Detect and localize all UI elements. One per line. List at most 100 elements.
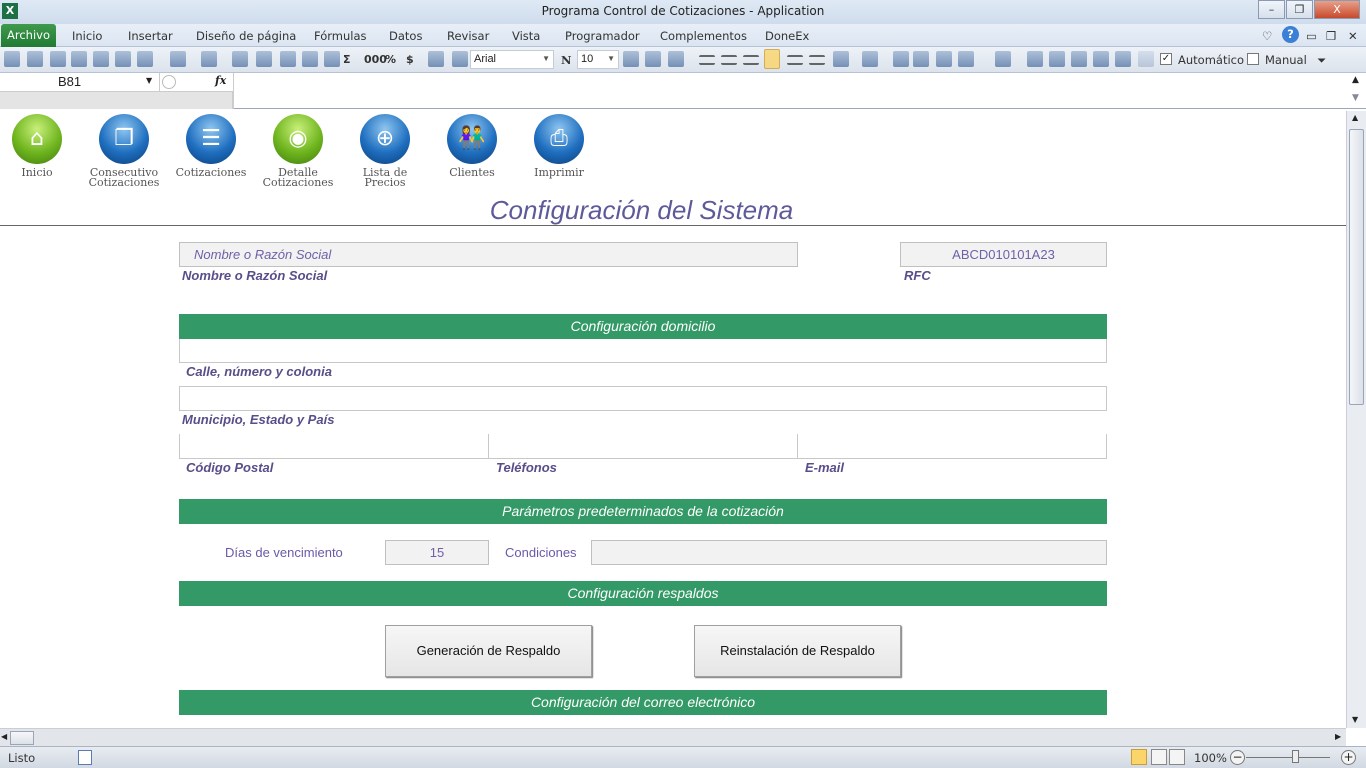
telefonos-input[interactable]	[488, 434, 798, 459]
name-box[interactable]: B81	[0, 73, 160, 91]
zoom-in-icon[interactable]: +	[1341, 750, 1356, 765]
zoom-icon[interactable]	[645, 51, 661, 67]
image-icon[interactable]	[324, 51, 340, 67]
formula-scroll-icon[interactable]: ▼	[1352, 93, 1359, 103]
nav-consecutivo-cotizaciones[interactable]: ❐ Consecutivo Cotizaciones	[84, 111, 164, 188]
undo-icon[interactable]	[137, 51, 153, 67]
vertical-scrollbar[interactable]: ▲ ▼	[1346, 111, 1366, 728]
tab-revisar[interactable]: Revisar	[447, 29, 489, 43]
ruler-icon[interactable]	[1115, 51, 1131, 67]
font-color-icon[interactable]	[958, 51, 974, 67]
manual-checkbox[interactable]	[1247, 53, 1259, 65]
tab-vista[interactable]: Vista	[512, 29, 540, 43]
nav-clientes[interactable]: 👫 Clientes	[432, 111, 512, 178]
insert-function-icon[interactable]: fx	[215, 74, 226, 87]
page-break-view-icon[interactable]	[1169, 749, 1185, 765]
generar-respaldo-button[interactable]: Generación de Respaldo	[385, 625, 592, 677]
nav-imprimir[interactable]: ⎙ Imprimir	[519, 111, 599, 178]
tab-archivo[interactable]: Archivo	[1, 24, 56, 47]
scroll-down-icon[interactable]: ▼	[1352, 715, 1358, 724]
brush-icon[interactable]	[1049, 51, 1065, 67]
name-box-dropdown-icon[interactable]: ▼	[146, 76, 152, 85]
name-input[interactable]: Nombre o Razón Social	[179, 242, 798, 267]
customize-toolbar-icon[interactable]: ⏷	[1317, 53, 1326, 68]
horizontal-scrollbar[interactable]: ◀ ▶	[0, 728, 1346, 746]
scroll-right-icon[interactable]: ▶	[1335, 732, 1341, 741]
col-width-icon[interactable]	[936, 51, 952, 67]
email-input[interactable]	[797, 434, 1107, 459]
open-icon[interactable]	[4, 51, 20, 67]
municipio-input[interactable]	[179, 386, 1107, 411]
page-layout-view-icon[interactable]	[1151, 749, 1167, 765]
align-middle-icon[interactable]	[787, 55, 803, 65]
decrease-decimal-icon[interactable]	[452, 51, 468, 67]
heart-icon[interactable]: ♡	[1262, 29, 1272, 43]
automatico-checkbox[interactable]: ✓	[1160, 53, 1172, 65]
currency-icon[interactable]: $	[406, 53, 414, 66]
tab-datos[interactable]: Datos	[389, 29, 422, 43]
bold-button[interactable]: N	[561, 53, 572, 67]
redo-icon[interactable]	[170, 51, 186, 67]
tab-insertar[interactable]: Insertar	[128, 29, 173, 43]
paste-icon[interactable]	[27, 51, 43, 67]
print-icon[interactable]	[93, 51, 109, 67]
tab-formulas[interactable]: Fórmulas	[314, 29, 367, 43]
zoom-slider-thumb[interactable]	[1292, 750, 1299, 763]
borders-icon[interactable]	[833, 51, 849, 67]
formula-input[interactable]	[233, 73, 1345, 109]
tab-inicio[interactable]: Inicio	[72, 29, 102, 43]
close-button[interactable]: X	[1314, 0, 1360, 19]
zoom-out-icon[interactable]: −	[1230, 750, 1245, 765]
dias-input[interactable]: 15	[385, 540, 489, 565]
nav-lista-de-precios[interactable]: ⊕ Lista de Precios	[345, 111, 425, 188]
tab-doneex[interactable]: DoneEx	[765, 29, 809, 43]
scroll-left-icon[interactable]: ◀	[1, 732, 7, 741]
minimize-button[interactable]: –	[1258, 0, 1285, 19]
reinstalar-respaldo-button[interactable]: Reinstalación de Respaldo	[694, 625, 901, 677]
nav-inicio[interactable]: ⌂ Inicio	[0, 111, 77, 178]
help-icon[interactable]: ?	[1282, 26, 1299, 43]
font-name-select[interactable]: Arial ▼	[470, 50, 554, 69]
sheet-icon[interactable]	[1071, 51, 1087, 67]
format-icon[interactable]	[201, 51, 217, 67]
restore-button[interactable]: ❐	[1286, 0, 1313, 19]
increase-decimal-icon[interactable]	[428, 51, 444, 67]
lock-icon[interactable]	[1138, 51, 1154, 67]
new-icon[interactable]	[50, 51, 66, 67]
calle-input[interactable]	[179, 339, 1107, 363]
delete-cols-icon[interactable]	[302, 51, 318, 67]
tab-complementos[interactable]: Complementos	[660, 29, 747, 43]
line-color-icon[interactable]	[862, 51, 878, 67]
horizontal-scroll-thumb[interactable]	[10, 731, 34, 745]
print-preview-icon[interactable]	[115, 51, 131, 67]
insert-cols-icon[interactable]	[280, 51, 296, 67]
nav-cotizaciones[interactable]: ☰ Cotizaciones	[171, 111, 251, 178]
zoom-level[interactable]: 100%	[1194, 751, 1227, 765]
fill-color-icon[interactable]	[995, 51, 1011, 67]
percent-icon[interactable]: %	[385, 53, 396, 66]
nav-detalle-cotizaciones[interactable]: ◉ Detalle Cotizaciones	[258, 111, 338, 188]
vertical-scroll-thumb[interactable]	[1349, 129, 1364, 405]
zoom-slider[interactable]	[1246, 757, 1330, 758]
formula-collapse-icon[interactable]: ▲	[1352, 75, 1359, 85]
insert-rows-icon[interactable]	[232, 51, 248, 67]
scroll-up-icon[interactable]: ▲	[1352, 113, 1358, 122]
condiciones-input[interactable]	[591, 540, 1107, 565]
sum-icon[interactable]: Σ	[343, 53, 351, 66]
align-center-icon[interactable]	[721, 55, 737, 65]
ribbon-minimize-icon[interactable]: ▭	[1306, 29, 1317, 43]
preview-icon[interactable]	[623, 51, 639, 67]
save-icon[interactable]	[71, 51, 87, 67]
align-top-icon[interactable]	[809, 55, 825, 65]
chart-icon[interactable]	[1093, 51, 1109, 67]
thousands-icon[interactable]: 000	[364, 53, 387, 66]
cp-input[interactable]	[179, 434, 489, 459]
align-bottom-icon[interactable]	[764, 49, 780, 69]
tab-diseno[interactable]: Diseño de página	[196, 29, 296, 43]
ribbon-restore-icon[interactable]: ❐	[1326, 29, 1336, 43]
align-left-icon[interactable]	[699, 55, 715, 65]
merge-icon[interactable]	[668, 51, 684, 67]
normal-view-icon[interactable]	[1131, 749, 1147, 765]
tab-programador[interactable]: Programador	[565, 29, 640, 43]
rfc-input[interactable]: ABCD010101A23	[900, 242, 1107, 267]
